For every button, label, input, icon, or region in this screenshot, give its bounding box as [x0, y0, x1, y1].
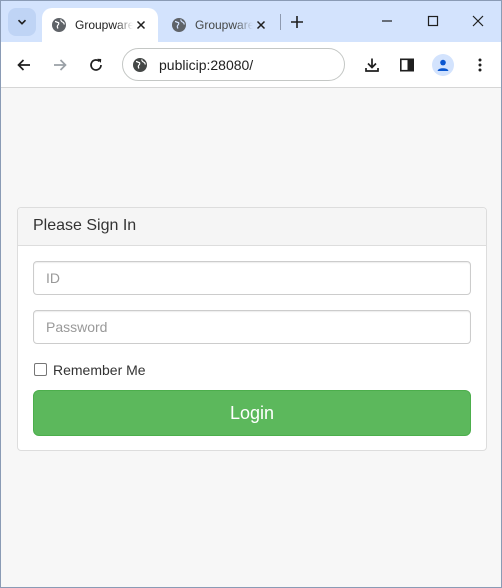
globe-icon [51, 17, 67, 33]
download-button[interactable] [357, 50, 387, 80]
tab-strip: Groupware Groupware [1, 1, 501, 42]
forward-button[interactable] [45, 50, 75, 80]
close-icon[interactable] [253, 17, 269, 33]
page-content: Please Sign In Remember Me Login [1, 89, 501, 587]
new-tab-button[interactable] [286, 11, 308, 33]
tab-separator [280, 14, 281, 30]
kebab-menu-icon [478, 58, 482, 72]
arrow-right-icon [54, 59, 67, 71]
browser-toolbar: publicip:28080/ [1, 42, 501, 88]
maximize-icon [427, 15, 439, 27]
profile-icon [432, 54, 454, 76]
side-panel-icon [399, 58, 414, 72]
download-icon [365, 58, 379, 72]
tune-icon[interactable] [130, 55, 150, 75]
tab-search-button[interactable] [8, 8, 36, 36]
globe-icon [171, 17, 187, 33]
browser-window: Groupware Groupware publicip:28080/ Plea… [0, 0, 502, 588]
minimize-icon [382, 20, 392, 22]
address-bar[interactable]: publicip:28080/ [122, 48, 345, 81]
password-input[interactable] [33, 310, 471, 344]
remember-me-label: Remember Me [53, 361, 146, 378]
login-panel: Please Sign In Remember Me Login [17, 207, 487, 451]
login-form: Remember Me Login [18, 246, 486, 451]
close-icon[interactable] [133, 17, 149, 33]
plus-icon [291, 16, 303, 28]
menu-button[interactable] [465, 50, 495, 80]
close-icon [472, 15, 484, 27]
remember-me-row[interactable]: Remember Me [33, 361, 471, 378]
login-button[interactable]: Login [33, 390, 471, 436]
remember-me-checkbox[interactable] [34, 363, 47, 376]
reload-icon [90, 58, 102, 71]
minimize-button[interactable] [364, 5, 410, 37]
tab-title: Groupware [75, 18, 133, 32]
window-close-button[interactable] [455, 5, 501, 37]
tab-inactive[interactable]: Groupware [162, 8, 278, 42]
login-panel-heading: Please Sign In [18, 208, 486, 246]
reload-button[interactable] [81, 50, 111, 80]
tab-active[interactable]: Groupware [42, 8, 158, 42]
profile-button[interactable] [428, 50, 458, 80]
id-input[interactable] [33, 261, 471, 295]
maximize-button[interactable] [410, 5, 456, 37]
address-url[interactable]: publicip:28080/ [159, 57, 253, 73]
tab-title: Groupware [195, 18, 253, 32]
side-panel-button[interactable] [392, 50, 422, 80]
back-button[interactable] [9, 50, 39, 80]
arrow-left-icon [17, 59, 30, 71]
chevron-down-icon [17, 19, 27, 25]
